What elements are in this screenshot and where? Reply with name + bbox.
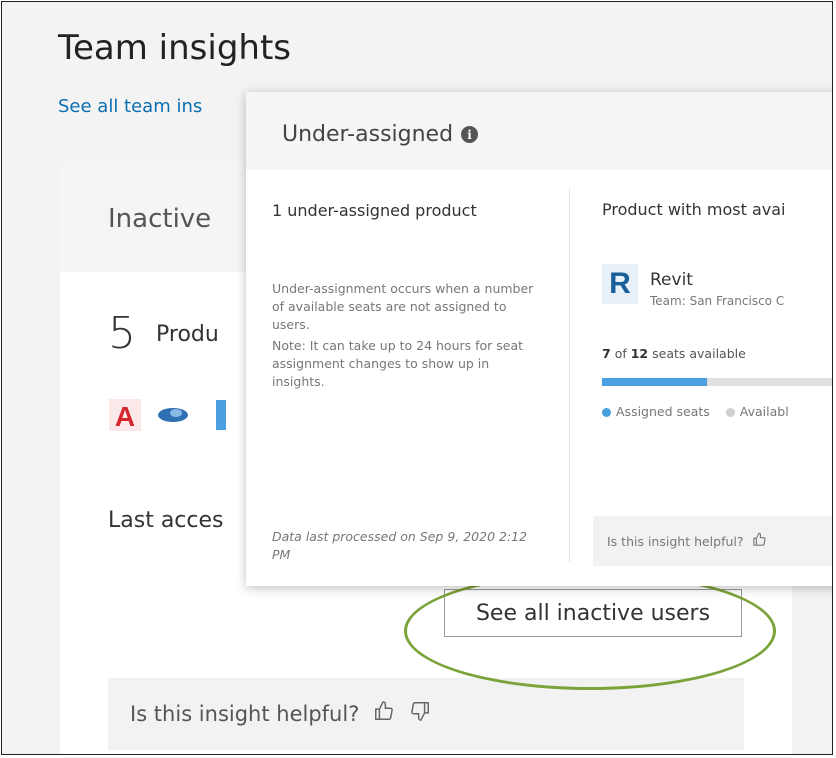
last-access-label: Last acces [108, 508, 224, 533]
autocad-icon: A [108, 398, 142, 432]
product-icon-2 [156, 398, 190, 432]
screenshot-frame: Team insights See all team ins Inactive … [1, 1, 833, 755]
thumbs-down-icon[interactable] [409, 700, 431, 728]
assigned-dot-icon [602, 408, 611, 417]
product-name: Revit [650, 270, 693, 290]
data-processed-text: Data last processed on Sep 9, 2020 2:12 … [272, 529, 528, 562]
svg-text:A: A [115, 401, 135, 431]
assigned-seats-fill [602, 378, 707, 386]
product-icon-3 [204, 398, 238, 432]
inactive-feedback-bar: Is this insight helpful? [108, 678, 744, 750]
inactive-count-label: Produ [156, 322, 219, 347]
inactive-count: 5 [108, 308, 136, 359]
legend-assigned-label: Assigned seats [616, 404, 710, 419]
legend-available: Availabl [725, 404, 789, 419]
feedback-text: Is this insight helpful? [130, 702, 360, 726]
under-assigned-popover: Under-assigned i 1 under-assigned produc… [246, 92, 832, 586]
revit-logo-icon: R [602, 264, 638, 304]
seat-legend: Assigned seats Availabl [602, 404, 789, 419]
popover-thumbs-up-icon[interactable] [752, 532, 767, 550]
inactive-card-title: Inactive [108, 204, 212, 234]
under-assigned-heading: 1 under-assigned product [272, 201, 477, 220]
available-dot-icon [725, 408, 735, 417]
seat-assignment-bar [602, 378, 832, 386]
see-all-team-insights-link[interactable]: See all team ins [58, 96, 202, 117]
page-title: Team insights [58, 28, 292, 68]
popover-title: Under-assigned i [282, 122, 479, 147]
most-available-heading: Product with most avai [602, 200, 786, 219]
product-team: Team: San Francisco C [650, 294, 785, 308]
product-icons: A [108, 398, 238, 432]
seats-total: 12 [630, 346, 649, 361]
under-assigned-description: Under-assignment occurs when a number of… [272, 281, 534, 332]
legend-available-label: Availabl [739, 404, 789, 419]
popover-title-text: Under-assigned [282, 122, 454, 147]
under-assigned-note: Note: It can take up to 24 hours for sea… [272, 338, 524, 389]
seats-available-text: 7 of 12 seats available [602, 346, 746, 361]
see-all-inactive-users-button[interactable]: See all inactive users [444, 589, 742, 637]
seats-of: of [614, 346, 627, 361]
seats-suffix: seats available [652, 346, 746, 361]
thumbs-up-icon[interactable] [373, 700, 395, 728]
seats-available-count: 7 [602, 346, 611, 361]
popover-feedback-text: Is this insight helpful? [607, 533, 744, 549]
legend-assigned: Assigned seats [602, 404, 710, 419]
popover-header: Under-assigned i [246, 92, 832, 170]
column-divider [569, 188, 570, 562]
info-icon[interactable]: i [461, 126, 479, 143]
popover-feedback-bar: Is this insight helpful? [593, 516, 832, 566]
